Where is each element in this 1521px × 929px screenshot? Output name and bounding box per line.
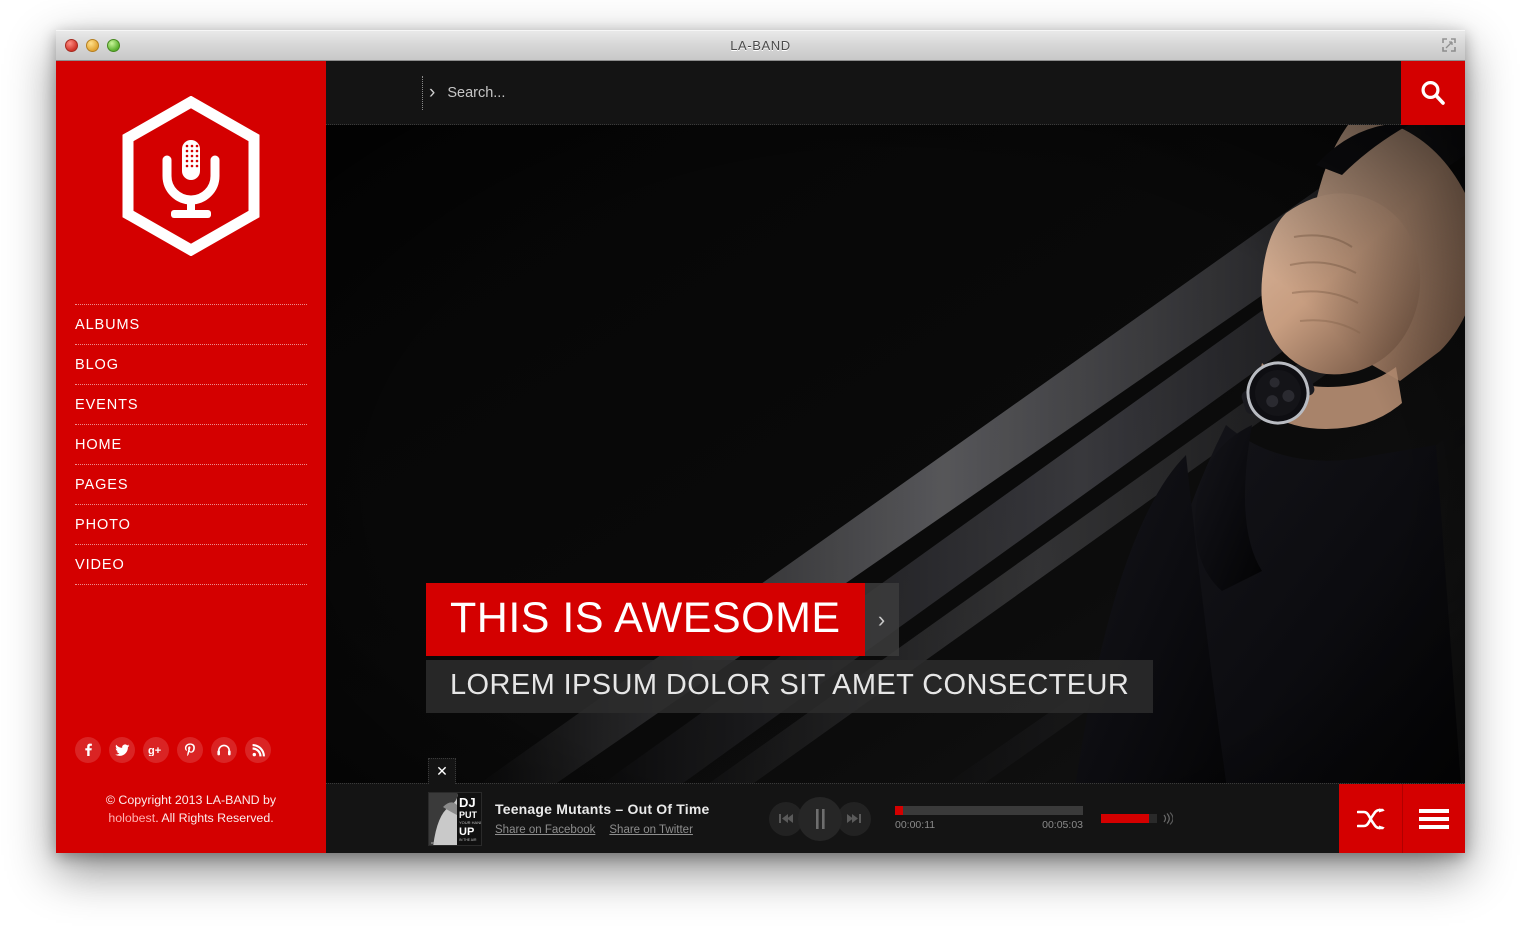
sidebar-item-pages[interactable]: PAGES — [75, 465, 307, 505]
total-time: 00:05:03 — [1042, 819, 1083, 831]
headphones-icon[interactable] — [211, 737, 237, 763]
twitter-icon[interactable] — [109, 737, 135, 763]
volume-slider[interactable] — [1101, 814, 1157, 823]
playback-progress: 00:00:11 00:05:03 — [895, 806, 1083, 831]
app-window: LA-BAND ALBUMS BLOG EVENTS HOME PAGES PH… — [56, 30, 1465, 853]
copyright-notice: © Copyright 2013 LA-BAND by holobest. Al… — [56, 769, 326, 853]
pause-button[interactable] — [798, 796, 842, 841]
svg-text:DJ: DJ — [459, 795, 476, 810]
svg-text:IN THE AIR: IN THE AIR — [459, 838, 477, 842]
player-transport-controls — [769, 796, 871, 841]
minimize-window-button[interactable] — [86, 39, 99, 52]
sidebar-item-video[interactable]: VIDEO — [75, 545, 307, 585]
track-share-links: Share on Facebook Share on Twitter — [495, 824, 745, 836]
progress-fill — [895, 806, 903, 815]
svg-text:REC: REC — [431, 841, 438, 845]
sidebar-nav: ALBUMS BLOG EVENTS HOME PAGES PHOTO VIDE… — [75, 304, 307, 585]
svg-text:YOUR HANDS: YOUR HANDS — [459, 820, 482, 825]
pinterest-icon[interactable] — [177, 737, 203, 763]
main-content: › Search... THIS IS AWESOME › LOREM IPSU… — [326, 61, 1465, 853]
sidebar-item-events[interactable]: EVENTS — [75, 385, 307, 425]
sidebar-item-blog[interactable]: BLOG — [75, 345, 307, 385]
playlist-menu-button[interactable] — [1402, 783, 1465, 853]
window-title: LA-BAND — [730, 38, 791, 53]
shuffle-button[interactable] — [1339, 783, 1402, 853]
hero-slider: THIS IS AWESOME › LOREM IPSUM DOLOR SIT … — [326, 125, 1465, 853]
hexagon-microphone-logo[interactable] — [120, 96, 262, 256]
search-button[interactable] — [1401, 61, 1465, 125]
copyright-line-2: . All Rights Reserved. — [155, 811, 274, 825]
hero-next-slide-button[interactable]: › — [864, 583, 899, 656]
copyright-line-1: © Copyright 2013 LA-BAND by — [105, 793, 277, 807]
track-title: Teenage Mutants – Out Of Time — [495, 801, 710, 817]
next-track-button[interactable] — [837, 801, 871, 836]
album-art: DJ PUT UP YOUR HANDS IN THE AIR REC — [428, 791, 482, 846]
facebook-icon[interactable] — [75, 737, 101, 763]
rss-icon[interactable] — [245, 737, 271, 763]
svg-text:UP: UP — [459, 826, 474, 838]
search-icon — [1421, 80, 1445, 105]
chevron-right-icon: › — [422, 75, 435, 110]
share-on-facebook-link[interactable]: Share on Facebook — [495, 824, 595, 836]
track-info: Teenage Mutants – Out Of Time Share on F… — [495, 801, 745, 836]
svg-text:g+: g+ — [148, 745, 161, 756]
window-traffic-lights — [65, 39, 120, 52]
current-time: 00:00:11 — [895, 819, 936, 831]
volume-fill — [1101, 814, 1150, 823]
hamburger-icon — [1419, 808, 1449, 829]
sidebar-item-home[interactable]: HOME — [75, 425, 307, 465]
player-right-buttons — [1339, 783, 1465, 853]
hero-slide-subtitle: LOREM IPSUM DOLOR SIT AMET CONSECTEUR — [426, 660, 1154, 713]
copyright-brand-link[interactable]: holobest — [108, 811, 155, 825]
share-on-twitter-link[interactable]: Share on Twitter — [609, 824, 693, 836]
sidebar-item-albums[interactable]: ALBUMS — [75, 304, 307, 345]
playback-times: 00:00:11 00:05:03 — [895, 819, 1083, 831]
pause-icon — [816, 808, 825, 829]
social-links: g+ — [75, 737, 326, 769]
next-icon — [847, 814, 861, 823]
close-player-button[interactable]: ✕ — [428, 758, 456, 784]
app-body: ALBUMS BLOG EVENTS HOME PAGES PHOTO VIDE… — [56, 61, 1465, 853]
google-plus-icon[interactable]: g+ — [143, 737, 169, 763]
progress-slider[interactable] — [895, 806, 1083, 815]
sidebar: ALBUMS BLOG EVENTS HOME PAGES PHOTO VIDE… — [56, 61, 326, 853]
hero-caption: THIS IS AWESOME › LOREM IPSUM DOLOR SIT … — [426, 583, 1154, 713]
shuffle-icon — [1356, 808, 1385, 829]
hero-slide-title: THIS IS AWESOME — [426, 583, 865, 656]
maximize-window-button[interactable] — [107, 39, 120, 52]
album-art-image: DJ PUT UP YOUR HANDS IN THE AIR REC — [429, 792, 482, 845]
close-window-button[interactable] — [65, 39, 78, 52]
audio-player-bar: ✕ DJ PUT UP YOUR HANDS — [326, 758, 1465, 853]
sidebar-item-photo[interactable]: PHOTO — [75, 505, 307, 545]
speaker-waves-icon[interactable] — [1162, 812, 1173, 825]
window-titlebar: LA-BAND — [56, 30, 1465, 61]
search-bar: › — [326, 61, 1465, 125]
svg-text:PUT: PUT — [459, 810, 478, 820]
volume-control — [1101, 812, 1173, 825]
previous-icon — [779, 814, 793, 823]
hero-photo — [326, 125, 1465, 853]
search-input[interactable] — [447, 84, 1401, 101]
fullscreen-icon[interactable] — [1441, 37, 1457, 53]
